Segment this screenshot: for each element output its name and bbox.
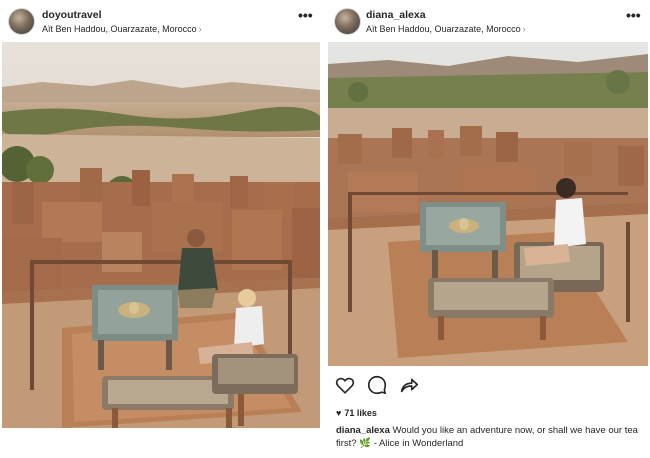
post-username[interactable]: doyoutravel bbox=[42, 9, 102, 21]
location-text: Aït Ben Haddou, Ouarzazate, Morocco bbox=[42, 24, 197, 34]
share-icon[interactable] bbox=[398, 374, 420, 396]
rooftop-terrace-photo bbox=[328, 42, 648, 366]
more-options-icon[interactable]: ••• bbox=[626, 8, 641, 24]
post-photo[interactable] bbox=[328, 42, 648, 366]
post-caption: diana_alexa Would you like an adventure … bbox=[336, 424, 642, 450]
avatar[interactable] bbox=[334, 8, 361, 35]
instagram-post-doyoutravel: doyoutravel Aït Ben Haddou, Ouarzazate, … bbox=[0, 0, 322, 428]
rooftop-terrace-photo bbox=[2, 42, 320, 428]
instagram-post-diana-alexa: diana_alexa Aït Ben Haddou, Ouarzazate, … bbox=[328, 0, 650, 449]
avatar[interactable] bbox=[8, 8, 35, 35]
post-action-bar bbox=[328, 370, 650, 400]
chevron-right-icon: › bbox=[522, 24, 526, 34]
chevron-right-icon: › bbox=[198, 24, 202, 34]
heart-icon: ♥ bbox=[336, 408, 342, 418]
post-header: doyoutravel Aït Ben Haddou, Ouarzazate, … bbox=[0, 0, 322, 42]
location-text: Aït Ben Haddou, Ouarzazate, Morocco bbox=[366, 24, 521, 34]
post-username[interactable]: diana_alexa bbox=[366, 9, 426, 21]
post-location[interactable]: Aït Ben Haddou, Ouarzazate, Morocco › bbox=[366, 24, 526, 34]
more-options-icon[interactable]: ••• bbox=[298, 8, 313, 24]
likes-text: 71 likes bbox=[344, 408, 377, 418]
post-location[interactable]: Aït Ben Haddou, Ouarzazate, Morocco › bbox=[42, 24, 202, 34]
post-header: diana_alexa Aït Ben Haddou, Ouarzazate, … bbox=[328, 0, 650, 42]
post-photo[interactable] bbox=[2, 42, 320, 428]
caption-username[interactable]: diana_alexa bbox=[336, 425, 390, 436]
comment-icon[interactable] bbox=[366, 374, 388, 396]
likes-count[interactable]: ♥ 71 likes bbox=[336, 408, 377, 418]
heart-icon[interactable] bbox=[334, 374, 356, 396]
